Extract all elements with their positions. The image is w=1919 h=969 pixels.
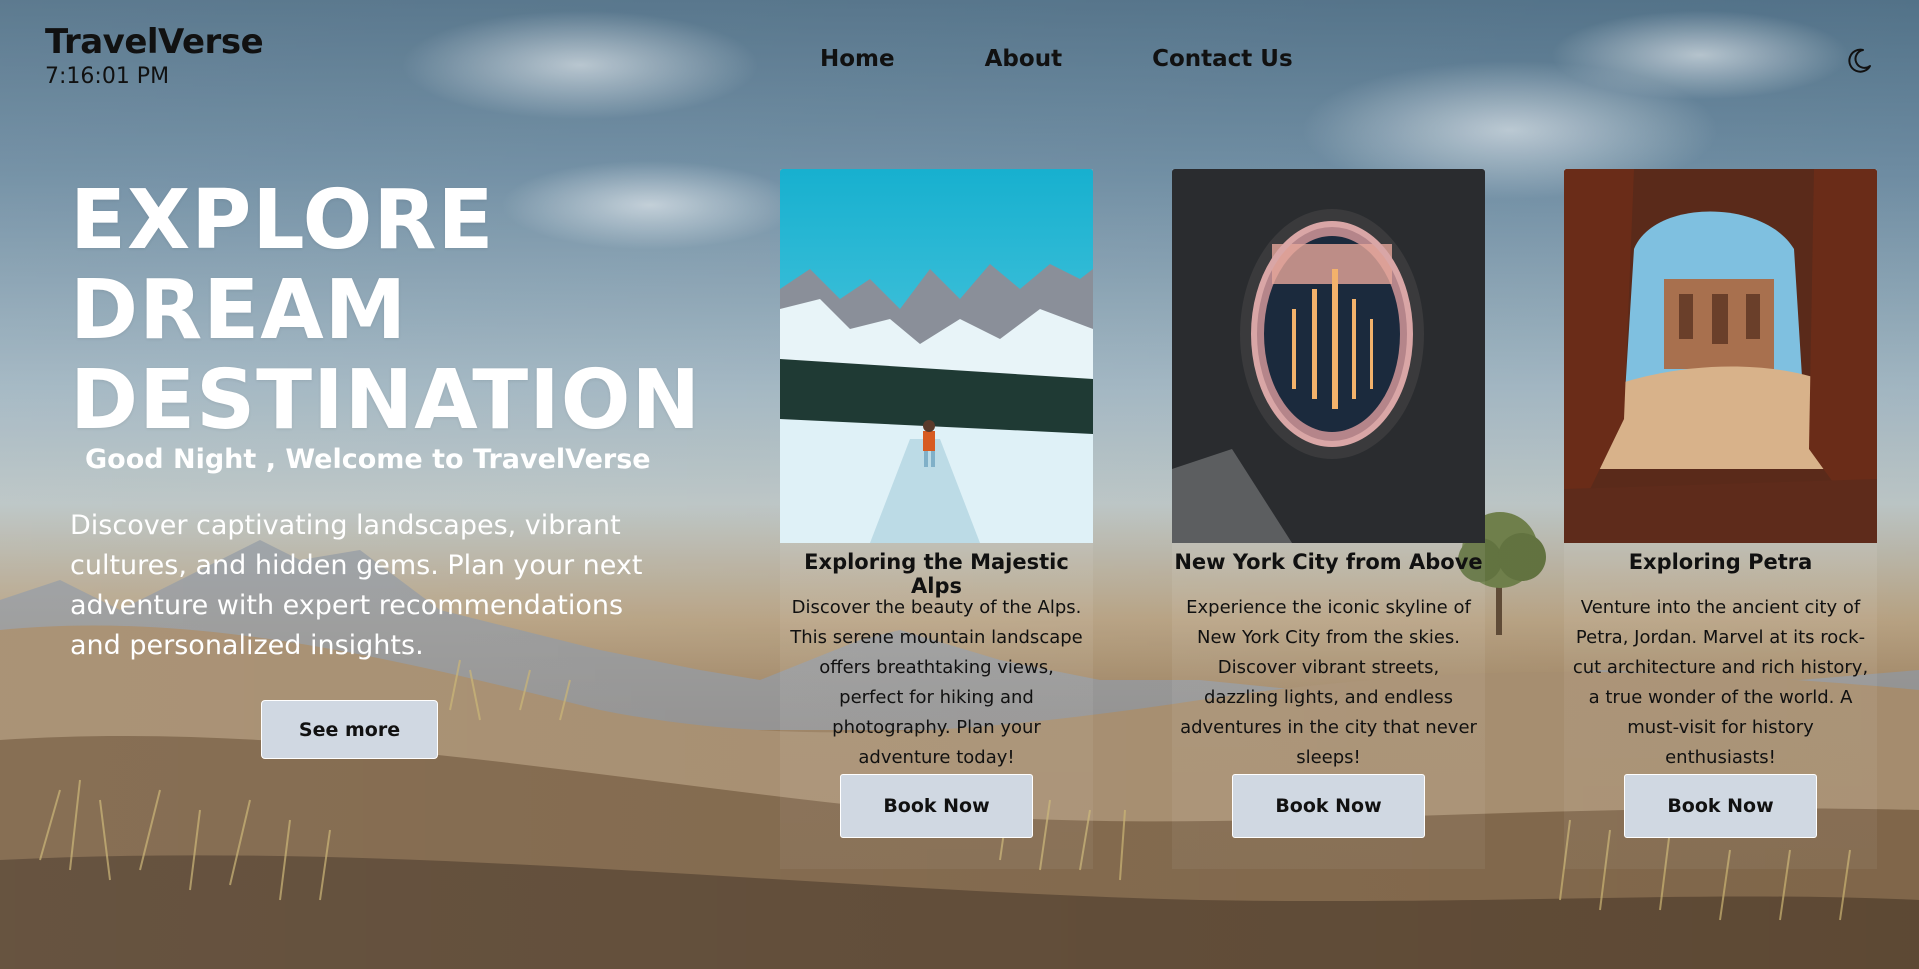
clock-time: 7:16:01 PM	[45, 64, 170, 89]
card-title: New York City from Above	[1174, 550, 1483, 574]
destination-card: Exploring the Majestic Alps Discover the…	[780, 169, 1093, 869]
card-description: Experience the iconic skyline of New Yor…	[1180, 597, 1477, 768]
main-nav: Home About Contact Us	[820, 46, 1293, 72]
hero-description: Discover captivating landscapes, vibrant…	[70, 510, 643, 661]
moon-icon	[1848, 48, 1871, 73]
petra-picture	[1564, 169, 1877, 543]
card-description: Venture into the ancient city of Petra, …	[1572, 597, 1869, 768]
mountain-hiker-picture	[780, 169, 1093, 543]
destination-card: New York City from Above Experience the …	[1172, 169, 1485, 869]
book-now-button[interactable]: Book Now	[1232, 774, 1425, 838]
card-description: Discover the beauty of the Alps. This se…	[790, 597, 1083, 768]
nyc-image	[1172, 169, 1485, 543]
nav-contact[interactable]: Contact Us	[1152, 46, 1293, 72]
nav-home[interactable]: Home	[820, 46, 895, 72]
see-more-button[interactable]: See more	[261, 700, 438, 759]
card-title: Exploring Petra	[1628, 550, 1813, 574]
petra-image	[1564, 169, 1877, 543]
greeting-text: Good Night , Welcome to TravelVerse	[85, 444, 651, 475]
airplane-window-picture	[1172, 169, 1485, 543]
brand-title[interactable]: TravelVerse	[45, 22, 264, 62]
nav-about[interactable]: About	[985, 46, 1062, 72]
book-now-button[interactable]: Book Now	[1624, 774, 1817, 838]
card-title: Exploring the Majestic Alps	[804, 550, 1069, 598]
book-now-button[interactable]: Book Now	[840, 774, 1033, 838]
theme-toggle-button[interactable]	[1844, 46, 1874, 76]
hero-title: EXPLORE DREAM DESTINATION	[70, 173, 702, 448]
brand: TravelVerse 7:16:01 PM	[45, 22, 264, 89]
alps-image	[780, 169, 1093, 543]
destination-card: Exploring Petra Venture into the ancient…	[1564, 169, 1877, 869]
